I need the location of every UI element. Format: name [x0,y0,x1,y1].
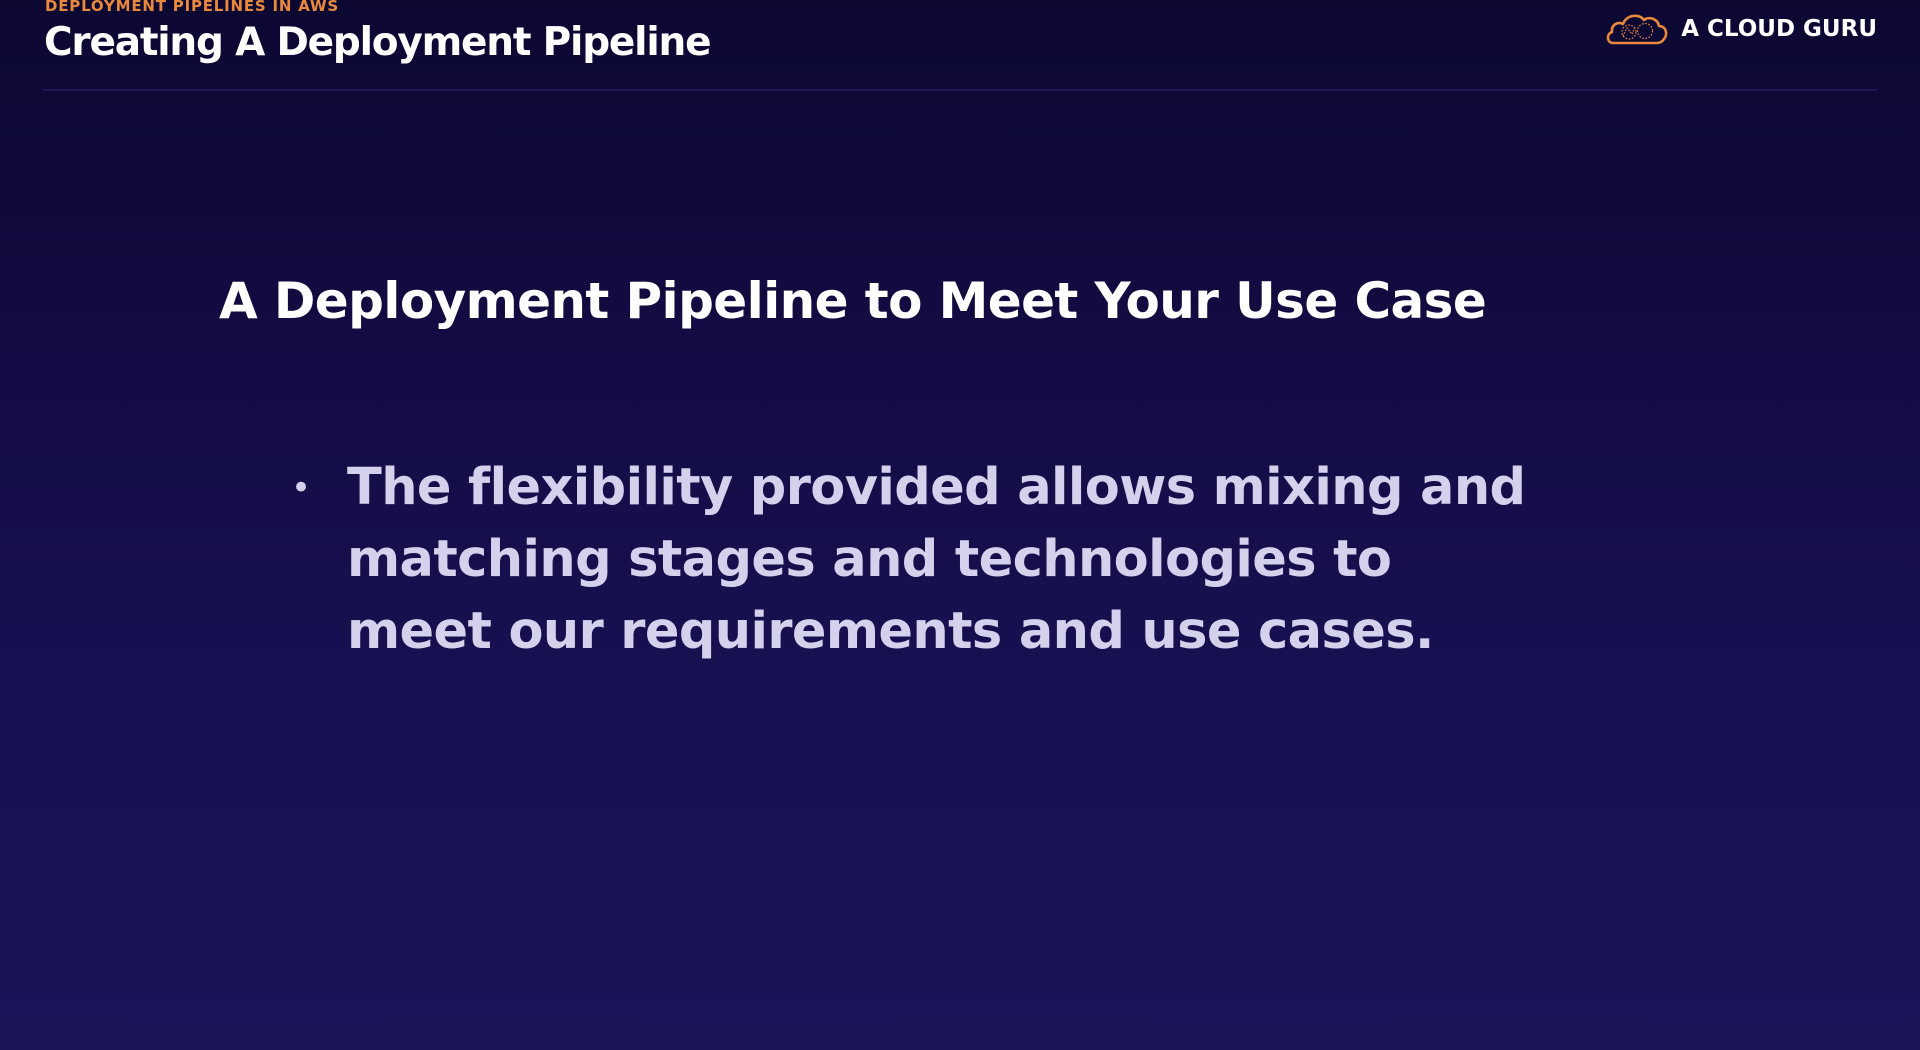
page-title: Creating A Deployment Pipeline [44,20,712,65]
bullet-marker: • [291,468,312,508]
cloud-logo-icon [1606,14,1668,45]
header-divider [43,89,1877,91]
bullet-list: • The flexibility provided allows mixing… [288,452,1538,668]
slide-heading: A Deployment Pipeline to Meet Your Use C… [219,272,1487,330]
bullet-item: • The flexibility provided allows mixing… [288,452,1538,668]
brand: A CLOUD GURU [1605,9,1877,49]
section-eyebrow: DEPLOYMENT PIPELINES IN AWS [45,0,339,15]
brand-name: A CLOUD GURU [1681,16,1877,42]
bullet-text: The flexibility provided allows mixing a… [347,458,1526,661]
